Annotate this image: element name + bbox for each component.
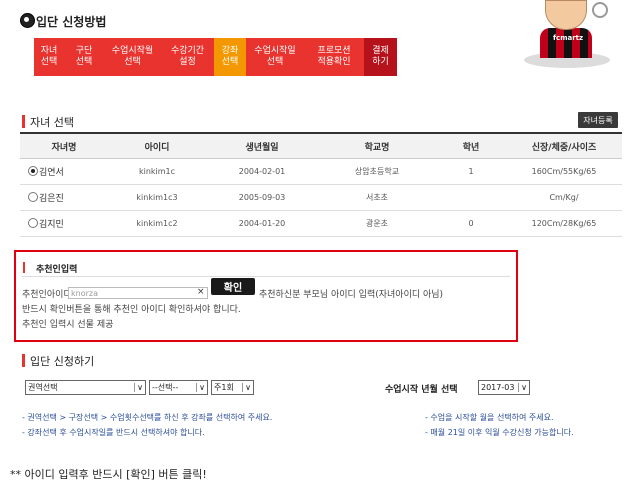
step-item: 수강기간 설정 [161,38,215,76]
guide-note: - 강좌선택 후 수업시작일를 반드시 선택하셔야 합니다. [22,428,205,437]
confirm-button[interactable]: 확인 [211,278,255,295]
column-header: 생년월일 [206,132,318,159]
start-month-select[interactable]: 2017-03 ∨ [478,380,530,395]
child-size-cell: Cm/Kg/ [506,184,622,211]
child-name-cell: 김연서 [20,158,108,185]
table-row: 김지민 kinkim1c2 2004-01-20 광운초 0 120Cm/28Kg/65 [20,210,622,237]
child-id-cell: kinkim1c2 [108,210,206,237]
guide-note: - 매월 21일 이후 익월 수강신청 가능합니다. [425,428,574,437]
field-select-value: --선택-- [152,383,179,392]
footer-note: ** 아이디 입력후 반드시 [확인] 버튼 클릭! [10,468,207,481]
children-section-title: 자녀 선택 [30,116,74,129]
column-header: 신장/체중/사이즈 [506,132,622,159]
recommender-id-input[interactable] [68,287,208,299]
recommender-title: 추천인입력 [36,265,78,275]
column-header: 학교명 [318,132,436,159]
child-birth-cell: 2005-09-03 [206,184,318,211]
section-marker [23,262,25,273]
child-name-cell: 김은진 [20,184,108,211]
step-item: 수업시작일 선택 [246,38,305,76]
chevron-down-icon: ∨ [518,383,527,392]
mascot-jersey-text: fcmartz [553,34,584,42]
child-name: 김은진 [39,194,64,204]
recommender-gift-notice: 추천인 입력시 선물 제공 [22,320,114,330]
child-grade-cell: 1 [436,158,506,185]
child-birth-cell: 2004-01-20 [206,210,318,237]
child-grade-cell: 0 [436,210,506,237]
page-title: 입단 신청방법 [36,15,107,29]
frequency-select-value: 주1회 [214,383,234,392]
clear-input-icon[interactable]: × [197,287,205,297]
child-birth-cell: 2004-02-01 [206,158,318,185]
register-child-button[interactable]: 자녀등록 [578,112,618,128]
table-header-row: 자녀명 아이디 생년월일 학교명 학년 신장/체중/사이즈 [20,132,622,159]
step-item: 구단 선택 [64,38,105,76]
chevron-down-icon: ∨ [196,383,205,392]
child-id-cell: kinkim1c3 [108,184,206,211]
step-item: 프로모션 적용확인 [304,38,364,76]
column-header: 학년 [436,132,506,159]
soccer-ball-icon [20,13,35,28]
step-item: 결제 하기 [364,38,397,76]
table-row: 김연서 kinkim1c 2004-02-01 상암초등학교 1 160Cm/55Kg/6… [20,158,622,185]
chevron-down-icon: ∨ [134,383,143,392]
child-name: 김지민 [39,220,64,230]
child-school-cell: 상암초등학교 [318,158,436,185]
recommender-notice: 반드시 확인버튼을 통해 추천인 아이디 확인하셔야 합니다. [22,305,241,315]
region-select[interactable]: 권역선택 ∨ [25,380,146,395]
child-size-cell: 120Cm/28Kg/65 [506,210,622,237]
field-select[interactable]: --선택-- ∨ [149,380,208,395]
child-school-cell: 광운초 [318,210,436,237]
child-grade-cell [436,184,506,211]
frequency-select[interactable]: 주1회 ∨ [211,380,254,395]
child-size-cell: 160Cm/55Kg/65 [506,158,622,185]
child-radio[interactable] [28,166,38,176]
child-id-cell: kinkim1c [108,158,206,185]
guide-note: - 권역선택 > 구장선택 > 수업횟수선택를 하신 후 강좌를 선택하여 주세… [22,413,273,422]
chevron-down-icon: ∨ [242,383,251,392]
step-indicator: 자녀 선택 구단 선택 수업시작월 선택 수강기간 설정 강좌 선택 수업시작일 선택 프로… [34,38,397,76]
child-school-cell: 서초초 [318,184,436,211]
section-marker [22,115,25,128]
column-header: 자녀명 [20,132,108,159]
mascot-body [540,28,592,58]
region-select-value: 권역선택 [28,383,58,392]
section-marker [22,354,25,367]
divider [22,276,510,277]
step-item: 강좌 선택 [214,38,247,76]
child-radio[interactable] [28,192,38,202]
mascot-image [545,0,587,30]
recommender-hint: 추천하신분 부모님 아이디 입력(자녀아이디 아님) [259,290,444,300]
table-row: 김은진 kinkim1c3 2005-09-03 서초초 Cm/Kg/ [20,184,622,211]
child-radio[interactable] [28,218,38,228]
child-name: 김연서 [39,168,64,178]
children-table: 자녀명 아이디 생년월일 학교명 학년 신장/체중/사이즈 김연서 kinkim1… [20,132,622,237]
column-header: 아이디 [108,132,206,159]
child-name-cell: 김지민 [20,210,108,237]
apply-section-title: 입단 신청하기 [30,355,95,368]
circle-icon [592,2,608,18]
start-month-label: 수업시작 년월 선택 [385,385,458,395]
start-month-select-value: 2017-03 [481,383,515,392]
step-item: 자녀 선택 [34,38,65,76]
recommender-id-label: 추천인아이디 [22,290,72,300]
guide-note: - 수업을 시작할 월을 선택하여 주세요. [425,413,554,422]
step-item: 수업시작월 선택 [104,38,162,76]
